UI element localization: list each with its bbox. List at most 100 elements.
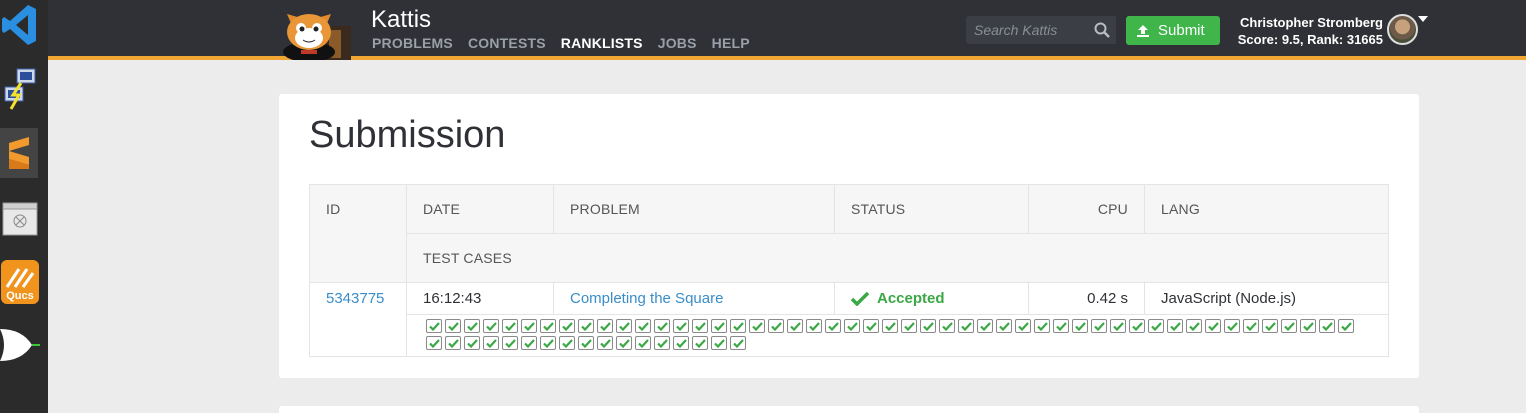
col-header-test-cases: TEST CASES <box>423 250 512 266</box>
user-info[interactable]: Christopher Stromberg Score: 9.5, Rank: … <box>1228 14 1383 48</box>
test-case-check-icon <box>1186 319 1202 333</box>
test-case-check-icon <box>1110 319 1126 333</box>
status-text: Accepted <box>877 290 945 307</box>
user-stats: Score: 9.5, Rank: 31665 <box>1237 32 1383 47</box>
test-case-check-icon <box>711 336 727 350</box>
test-case-check-icon <box>901 319 917 333</box>
test-case-check-icon <box>768 319 784 333</box>
test-case-check-icon <box>730 336 746 350</box>
col-header-status: STATUS <box>851 201 906 217</box>
test-case-check-icon <box>502 319 518 333</box>
test-case-check-icon <box>1167 319 1183 333</box>
submit-label: Submit <box>1158 22 1205 39</box>
vscode-icon[interactable] <box>0 0 40 50</box>
test-case-check-icon <box>559 319 575 333</box>
os-dock: Qucs <box>0 0 48 413</box>
test-case-check-icon <box>1319 319 1335 333</box>
test-case-check-icon <box>749 319 765 333</box>
test-case-check-icon <box>692 336 708 350</box>
col-header-date: DATE <box>423 201 461 217</box>
test-case-check-icon <box>958 319 974 333</box>
upload-icon <box>1137 24 1149 37</box>
test-case-check-icon <box>635 336 651 350</box>
avatar[interactable] <box>1387 14 1418 45</box>
test-case-check-icon <box>996 319 1012 333</box>
test-case-check-icon <box>1338 319 1354 333</box>
test-case-check-icon <box>673 319 689 333</box>
submit-button[interactable]: Submit <box>1126 16 1220 45</box>
qucs-label: Qucs <box>6 290 34 302</box>
test-case-check-icon <box>1053 319 1069 333</box>
test-case-check-icon <box>711 319 727 333</box>
test-case-check-icon <box>1091 319 1107 333</box>
test-case-check-icon <box>1072 319 1088 333</box>
user-name: Christopher Stromberg <box>1239 15 1383 30</box>
submission-date: 16:12:43 <box>423 290 482 307</box>
nav-contests[interactable]: CONTESTS <box>468 35 546 51</box>
test-case-check-icon <box>1148 319 1164 333</box>
nav-ranklists[interactable]: RANKLISTS <box>561 35 643 51</box>
test-case-check-icon <box>920 319 936 333</box>
test-case-check-icon <box>1034 319 1050 333</box>
next-card <box>279 406 1419 413</box>
network-icon[interactable] <box>0 63 40 113</box>
test-case-check-icon <box>521 319 537 333</box>
test-case-check-icon <box>521 336 537 350</box>
brand-name[interactable]: Kattis <box>371 6 431 34</box>
test-case-check-icon <box>578 319 594 333</box>
submission-id-link[interactable]: 5343775 <box>326 290 384 307</box>
logic-gate-icon[interactable] <box>0 320 40 370</box>
test-case-check-icon <box>483 336 499 350</box>
test-case-check-icon <box>882 319 898 333</box>
test-case-check-icon <box>464 336 480 350</box>
col-header-problem: PROBLEM <box>570 201 640 217</box>
page-title: Submission <box>309 114 506 156</box>
problem-link[interactable]: Completing the Square <box>570 290 723 307</box>
test-case-check-icon <box>445 336 461 350</box>
test-case-check-icon <box>654 319 670 333</box>
submission-table: ID DATE PROBLEM STATUS CPU LANG TEST CAS… <box>309 184 1389 357</box>
test-case-check-icon <box>1224 319 1240 333</box>
nav-help[interactable]: HELP <box>712 35 750 51</box>
test-case-check-icon <box>673 336 689 350</box>
test-case-check-icon <box>825 319 841 333</box>
col-header-lang: LANG <box>1161 201 1200 217</box>
nav-links: PROBLEMS CONTESTS RANKLISTS JOBS HELP <box>372 35 750 51</box>
test-case-check-icon <box>787 319 803 333</box>
disk-icon[interactable] <box>0 194 40 244</box>
nav-problems[interactable]: PROBLEMS <box>372 35 453 51</box>
test-case-check-icon <box>540 319 556 333</box>
test-case-check-icon <box>1281 319 1297 333</box>
test-case-check-icon <box>597 336 613 350</box>
test-case-check-icon <box>502 336 518 350</box>
checkmark-icon <box>851 291 869 306</box>
test-case-check-icon <box>635 319 651 333</box>
test-case-check-icon <box>597 319 613 333</box>
search-icon[interactable] <box>1088 16 1116 44</box>
test-case-check-icon <box>806 319 822 333</box>
col-header-id: ID <box>326 201 341 217</box>
test-case-check-icon <box>1205 319 1221 333</box>
test-case-check-icon <box>692 319 708 333</box>
kattis-logo[interactable] <box>279 4 359 62</box>
test-case-check-icon <box>464 319 480 333</box>
col-header-cpu: CPU <box>1097 201 1128 217</box>
test-case-check-icon <box>1129 319 1145 333</box>
status-badge: Accepted <box>851 290 945 307</box>
table-header-row <box>310 185 1388 233</box>
test-case-check-icon <box>578 336 594 350</box>
nav-jobs[interactable]: JOBS <box>658 35 697 51</box>
test-case-check-icon <box>540 336 556 350</box>
test-cases-list <box>426 319 1366 350</box>
test-case-check-icon <box>844 319 860 333</box>
test-case-check-icon <box>730 319 746 333</box>
user-menu-caret-icon[interactable] <box>1418 16 1428 22</box>
test-case-check-icon <box>426 319 442 333</box>
test-case-check-icon <box>426 336 442 350</box>
sublime-icon[interactable] <box>0 128 38 178</box>
qucs-icon[interactable]: Qucs <box>0 257 40 307</box>
test-case-check-icon <box>616 319 632 333</box>
test-case-check-icon <box>616 336 632 350</box>
test-case-check-icon <box>863 319 879 333</box>
cpu-time: 0.42 s <box>1087 290 1128 307</box>
